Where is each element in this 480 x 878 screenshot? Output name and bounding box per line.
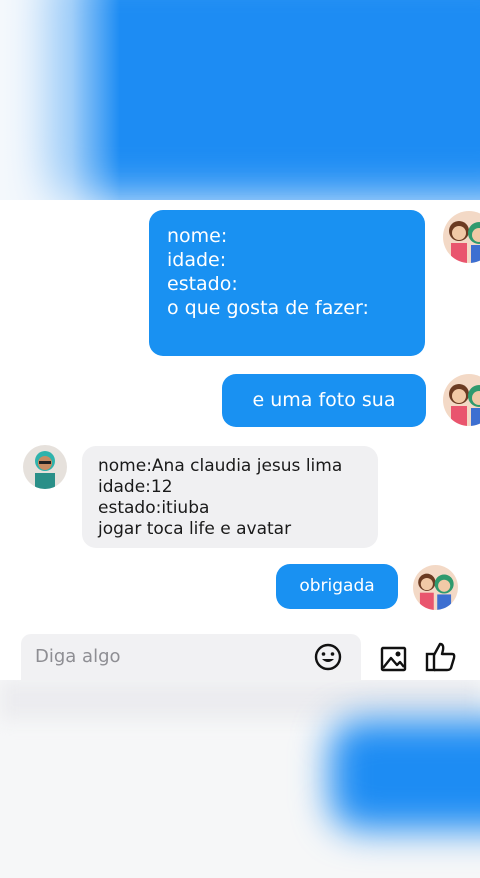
avatar-contact[interactable] bbox=[23, 445, 67, 489]
message-outgoing-form[interactable]: nome: idade: estado: o que gosta de faze… bbox=[149, 210, 425, 356]
blurred-blue-shape bbox=[330, 720, 480, 830]
smiley-icon[interactable] bbox=[313, 642, 343, 672]
blurred-input-shape bbox=[0, 680, 480, 720]
blurred-background-bottom bbox=[0, 680, 480, 878]
message-outgoing-thanks[interactable]: obrigada bbox=[276, 564, 398, 609]
avatar-sender[interactable] bbox=[413, 565, 458, 610]
chat-area[interactable]: nome: idade: estado: o que gosta de faze… bbox=[0, 200, 480, 680]
message-incoming-reply[interactable]: nome:Ana claudia jesus lima idade:12 est… bbox=[82, 446, 378, 548]
image-icon[interactable] bbox=[378, 643, 410, 675]
thumbs-up-icon[interactable] bbox=[424, 640, 458, 674]
message-input[interactable]: Diga algo bbox=[21, 634, 361, 680]
blurred-background-top bbox=[0, 0, 480, 200]
blurred-fade bbox=[0, 0, 120, 200]
message-input-placeholder: Diga algo bbox=[35, 646, 121, 667]
message-outgoing-photo-request[interactable]: e uma foto sua bbox=[222, 374, 426, 427]
